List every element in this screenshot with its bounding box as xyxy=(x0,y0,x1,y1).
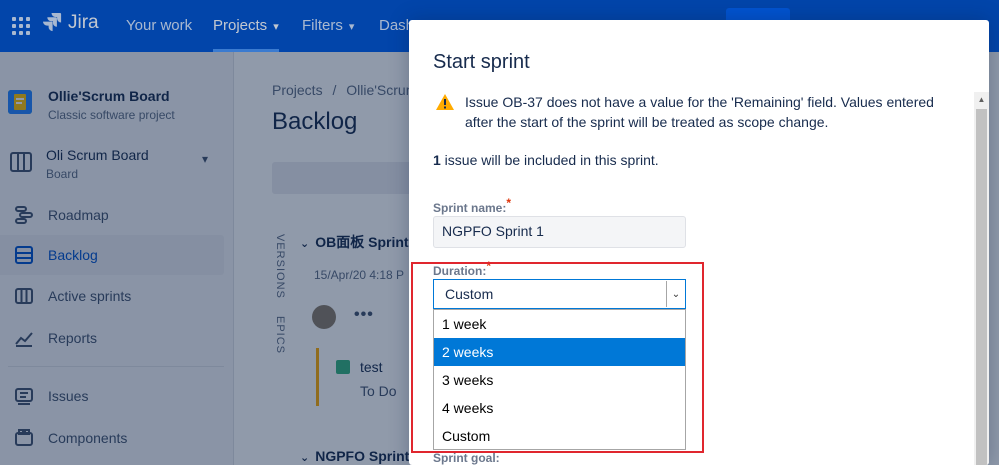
sprint-name-label: Sprint name:* xyxy=(433,196,511,215)
required-mark: * xyxy=(506,196,512,210)
sprint-name-input[interactable]: NGPFO Sprint 1 xyxy=(433,216,686,248)
warning-icon xyxy=(436,94,454,110)
scrollbar-thumb[interactable] xyxy=(976,109,987,465)
dialog-title: Start sprint xyxy=(433,51,530,73)
issue-count: 1 xyxy=(433,152,441,168)
warning-message: Issue OB-37 does not have a value for th… xyxy=(465,94,934,130)
sprint-goal-label: Sprint goal: xyxy=(433,451,500,465)
dialog-scrollbar[interactable]: ▲ xyxy=(974,92,989,465)
highlight-box xyxy=(411,262,704,453)
issue-count-message: 1 issue will be included in this sprint. xyxy=(433,152,659,168)
sprint-name-label-text: Sprint name: xyxy=(433,201,507,215)
scroll-up-arrow-icon[interactable]: ▲ xyxy=(974,92,989,107)
issue-count-text: issue will be included in this sprint. xyxy=(440,152,659,168)
start-sprint-dialog: Start sprint Issue OB-37 does not have a… xyxy=(409,20,989,465)
